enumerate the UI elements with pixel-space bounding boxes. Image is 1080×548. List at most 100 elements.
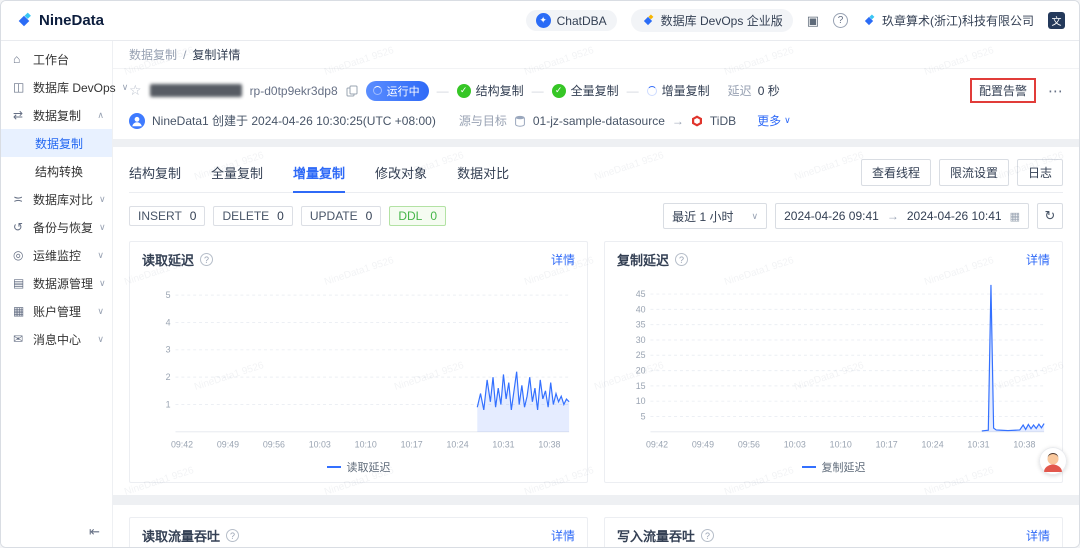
star-icon[interactable]: ☆ (129, 82, 142, 99)
detail-link[interactable]: 详情 (551, 251, 575, 268)
detail-link[interactable]: 详情 (551, 527, 575, 544)
language-icon[interactable]: 文 (1048, 12, 1065, 29)
delay-label: 延迟 (727, 84, 752, 98)
breadcrumb: 数据复制 / 复制详情 (113, 41, 1079, 69)
chatdba-button[interactable]: ✦ ChatDBA (525, 10, 617, 31)
svg-text:10:38: 10:38 (538, 439, 560, 449)
svg-text:5: 5 (166, 290, 171, 300)
assistant-avatar[interactable] (1039, 447, 1067, 475)
help-icon[interactable]: ? (200, 253, 214, 266)
tab-data-compare[interactable]: 数据对比 (457, 155, 509, 192)
datasource-icon: ▤ (13, 276, 25, 290)
chart-title: 写入流量吞吐 (617, 529, 696, 544)
svg-text:10:31: 10:31 (967, 439, 989, 449)
help-icon[interactable]: ? (226, 529, 240, 542)
sidebar-item-backup-restore[interactable]: ↺ 备份与恢复 ∨ (1, 213, 112, 241)
task-header: ☆ rp-d0tp9ekr3dp8 运行中 — ✓ 结构复制 — ✓ 全量复制 … (113, 69, 1079, 139)
chart-legend[interactable]: 读取延迟 (142, 457, 575, 480)
chatdba-icon: ✦ (535, 13, 551, 28)
sidebar-item-database-devops[interactable]: ◫ 数据库 DevOps ∨ (1, 73, 128, 101)
chart-title: 读取流量吞吐 (142, 529, 221, 544)
message-icon: ✉ (13, 332, 24, 346)
company-name: 玖章算术(浙江)科技有限公司 (882, 14, 1034, 28)
edition-selector[interactable]: 数据库 DevOps 企业版 (630, 9, 793, 32)
more-link[interactable]: 更多 ∨ (757, 112, 791, 129)
svg-text:10:31: 10:31 (492, 439, 514, 449)
sidebar-item-structure-transform[interactable]: 结构转换 (1, 157, 112, 185)
view-threads-button[interactable]: 查看线程 (860, 159, 931, 186)
tab-modify-objects[interactable]: 修改对象 (375, 155, 427, 192)
configure-alert-button[interactable]: 配置告警 (977, 82, 1029, 99)
org-switcher[interactable]: 玖章算术(浙江)科技有限公司 (862, 12, 1034, 29)
svg-text:5: 5 (641, 411, 646, 421)
refresh-button[interactable]: ↻ (1037, 203, 1063, 229)
tidb-icon (691, 115, 702, 126)
breadcrumb-parent[interactable]: 数据复制 (129, 46, 177, 63)
time-preset-select[interactable]: 最近 1 小时 ∨ (663, 203, 768, 229)
tab-incremental-replication[interactable]: 增量复制 (293, 155, 346, 193)
sidebar-item-database-compare[interactable]: ≍ 数据库对比 ∨ (1, 185, 112, 213)
date-range-picker[interactable]: 2024-04-26 09:41 → 2024-04-26 10:41 ▦ (775, 203, 1029, 229)
help-icon[interactable]: ? (833, 13, 848, 28)
brand-logo[interactable]: NineData (15, 12, 104, 30)
ninedata-app: NineData ✦ ChatDBA 数据库 DevOps 企业版 ▣ ? 玖章… (0, 0, 1080, 548)
account-icon: ▦ (13, 304, 25, 318)
svg-text:30: 30 (636, 335, 646, 345)
tab-structure-replication[interactable]: 结构复制 (129, 155, 181, 192)
section-divider (113, 139, 1079, 147)
chart-card-write-throughput: 写入流量吞吐 ? 详情 (604, 517, 1063, 547)
sidebar-label: 数据库 DevOps (33, 80, 116, 95)
stats-row: INSERT 0 DELETE 0 UPDATE 0 DDL 0 最近 1 小时… (129, 203, 1063, 229)
status-label: 运行中 (386, 85, 420, 98)
step-structure-replication: ✓ 结构复制 (456, 82, 524, 99)
brand-diamond-icon (18, 12, 31, 26)
range-end: 2024-04-26 10:41 (906, 209, 1002, 223)
more-actions-button[interactable]: ⋯ (1048, 82, 1063, 100)
sidebar-item-message-center[interactable]: ✉ 消息中心 ∨ (1, 325, 112, 353)
copy-icon[interactable] (346, 85, 358, 97)
sidebar-collapse-icon[interactable]: ⇤ (89, 524, 100, 540)
step-connector: — (436, 83, 449, 98)
svg-text:20: 20 (636, 366, 646, 376)
charts-grid: 读取延迟 ? 详情 1 2 3 4 5 09:42 09:49 09:56 10:03 10:10… (129, 241, 1063, 483)
step-full-replication: ✓ 全量复制 (551, 82, 619, 99)
step-connector: — (531, 83, 544, 98)
sidebar-item-datasource-management[interactable]: ▤ 数据源管理 ∨ (1, 269, 112, 297)
chart-legend[interactable]: 复制延迟 (617, 457, 1050, 480)
sidebar-item-workbench[interactable]: ⌂ 工作台 (1, 45, 112, 73)
chart-title: 复制延迟 (617, 253, 670, 268)
sidebar-item-data-replication[interactable]: ⇄ 数据复制 ∧ (1, 101, 112, 129)
throttle-settings-button[interactable]: 限流设置 (938, 159, 1009, 186)
backup-icon: ↺ (13, 220, 24, 234)
delete-count-tag: DELETE 0 (213, 206, 293, 226)
svg-text:10:24: 10:24 (922, 439, 944, 449)
sidebar-label: 数据源管理 (33, 276, 94, 291)
task-id: rp-d0tp9ekr3dp8 (249, 83, 338, 98)
help-icon[interactable]: ? (701, 529, 715, 542)
detail-link[interactable]: 详情 (1026, 251, 1050, 268)
more-label: 更多 (757, 114, 782, 128)
chart-card-replication-latency: 复制延迟 ? 详情 5 10 15 20 25 30 35 40 45 09:42 09:49 09:… (604, 241, 1063, 483)
sidebar-item-data-replication-child[interactable]: 数据复制 (1, 129, 112, 157)
source-target-label: 源与目标 (458, 114, 507, 128)
ticket-icon[interactable]: ▣ (807, 13, 819, 29)
step-label: 增量复制 (661, 84, 710, 98)
sidebar-item-account-management[interactable]: ▦ 账户管理 ∨ (1, 297, 112, 325)
chart-card-read-latency: 读取延迟 ? 详情 1 2 3 4 5 09:42 09:49 09:56 10:03 10:10… (129, 241, 588, 483)
edition-label: 数据库 DevOps 企业版 (660, 14, 783, 28)
svg-text:40: 40 (636, 304, 646, 314)
svg-text:15: 15 (636, 381, 646, 391)
breadcrumb-current: 复制详情 (192, 48, 241, 62)
help-icon[interactable]: ? (675, 253, 689, 266)
detail-link[interactable]: 详情 (1026, 527, 1050, 544)
brand-name: NineData (39, 12, 105, 29)
logs-button[interactable]: 日志 (1016, 159, 1063, 186)
tab-full-replication[interactable]: 全量复制 (211, 155, 263, 192)
chevron-up-icon: ∧ (97, 109, 104, 120)
sidebar-item-ops-monitoring[interactable]: ◎ 运维监控 ∨ (1, 241, 112, 269)
monitor-icon: ◎ (13, 248, 24, 262)
main-area: 数据复制 / 复制详情 ☆ rp-d0tp9ekr3dp8 运行中 — ✓ 结构… (113, 41, 1079, 547)
svg-text:1: 1 (166, 399, 171, 409)
masked-task-name (149, 84, 242, 97)
step-incremental-replication: 增量复制 (646, 82, 710, 99)
